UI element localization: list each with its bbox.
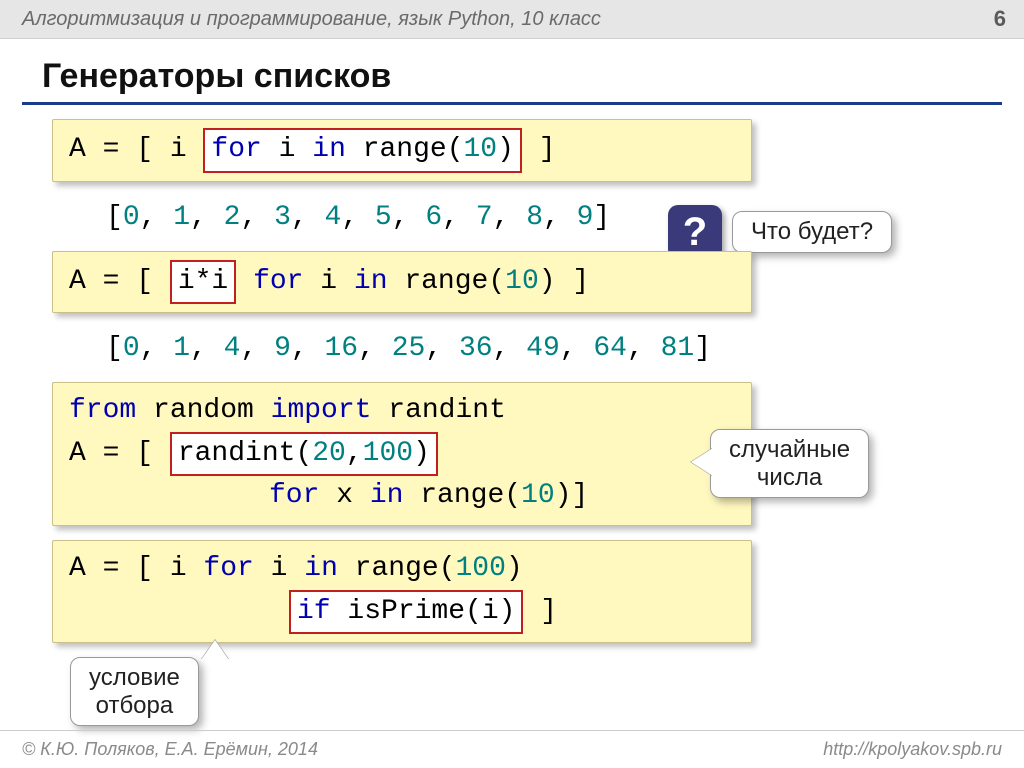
question-callout: Что будет? [732,211,892,253]
code-box-3: from random import randint A = [ randint… [52,382,752,526]
slide-content: A = [ i for i in range(10) ] [0, 1, 2, 3… [0,119,1024,643]
footer-url: http://kpolyakov.spb.ru [823,739,1002,760]
random-callout: случайныечисла [710,429,869,498]
code2-pre: A = [ [69,266,170,297]
slide-footer: © К.Ю. Поляков, Е.А. Ерёмин, 2014 http:/… [0,730,1024,768]
filter-callout: условиеотбора [70,657,199,726]
slide-title: Генераторы списков [0,39,1024,102]
code-box-1: A = [ i for i in range(10) ] [52,119,752,182]
question-text: Что будет? [751,218,873,245]
code1-post: ] [522,134,556,165]
title-underline [22,102,1002,105]
code3-line1: from random import randint [69,391,735,432]
code2-highlight: i*i [170,260,236,305]
slide-header: Алгоритмизация и программирование, язык … [0,0,1024,39]
code3-line3: for x in range(10)] [69,476,735,517]
course-label: Алгоритмизация и программирование, язык … [22,8,601,31]
code4-line2: if isPrime(i) ] [69,590,735,635]
code1-pre: A = [ i [69,134,203,165]
code-box-2: A = [ i*i for i in range(10) ] [52,251,752,314]
code4-line1: A = [ i for i in range(100) [69,549,735,590]
code3-line2: A = [ randint(20,100) [69,432,735,477]
code-box-4: A = [ i for i in range(100) if isPrime(i… [52,540,752,643]
footer-copyright: © К.Ю. Поляков, Е.А. Ерёмин, 2014 [22,739,318,760]
page-number: 6 [994,6,1006,32]
result-2: [0, 1, 4, 9, 16, 25, 36, 49, 64, 81] [52,327,984,372]
code1-highlight: for i in range(10) [203,128,522,173]
code2-post: for i in range(10) ] [236,266,589,297]
